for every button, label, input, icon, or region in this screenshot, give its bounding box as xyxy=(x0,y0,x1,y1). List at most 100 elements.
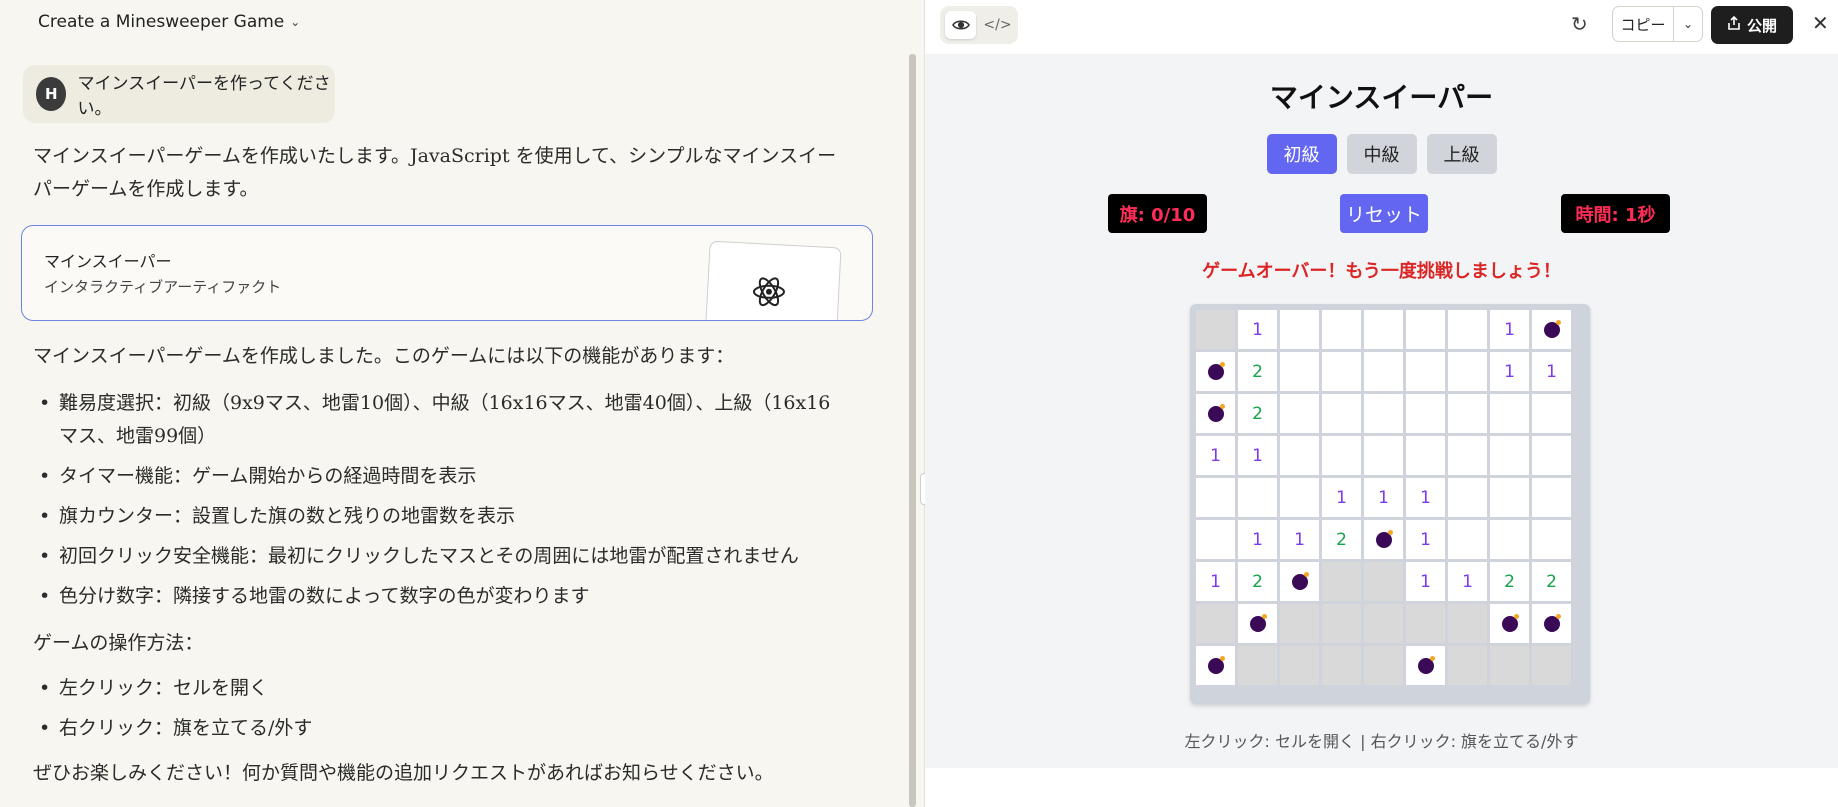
cell-empty[interactable] xyxy=(1280,436,1319,475)
cell-number[interactable]: 1 xyxy=(1196,436,1235,475)
cell-empty[interactable] xyxy=(1196,520,1235,559)
cell-empty[interactable] xyxy=(1448,394,1487,433)
cell-number[interactable]: 2 xyxy=(1238,352,1277,391)
code-icon[interactable]: </> xyxy=(982,11,1013,39)
cell-hidden[interactable] xyxy=(1280,646,1319,685)
cell-number[interactable]: 1 xyxy=(1448,562,1487,601)
cell-empty[interactable] xyxy=(1406,352,1445,391)
cell-hidden[interactable] xyxy=(1364,562,1403,601)
refresh-icon[interactable]: ↻ xyxy=(1571,12,1588,36)
cell-mine[interactable] xyxy=(1238,604,1277,643)
cell-number[interactable]: 2 xyxy=(1238,394,1277,433)
chat-title-menu[interactable]: Create a Minesweeper Game ⌄ xyxy=(38,12,300,32)
cell-hidden[interactable] xyxy=(1196,310,1235,349)
cell-empty[interactable] xyxy=(1490,394,1529,433)
cell-number[interactable]: 1 xyxy=(1532,352,1571,391)
cell-empty[interactable] xyxy=(1448,478,1487,517)
cell-empty[interactable] xyxy=(1280,310,1319,349)
cell-hidden[interactable] xyxy=(1406,604,1445,643)
cell-hidden[interactable] xyxy=(1364,646,1403,685)
cell-number[interactable]: 1 xyxy=(1364,478,1403,517)
cell-hidden[interactable] xyxy=(1238,646,1277,685)
cell-number[interactable]: 2 xyxy=(1532,562,1571,601)
cell-number[interactable]: 2 xyxy=(1490,562,1529,601)
cell-mine[interactable] xyxy=(1196,352,1235,391)
cell-number[interactable]: 1 xyxy=(1490,310,1529,349)
cell-empty[interactable] xyxy=(1448,520,1487,559)
difficulty-intermediate-button[interactable]: 中級 xyxy=(1346,134,1417,174)
cell-empty[interactable] xyxy=(1490,436,1529,475)
cell-empty[interactable] xyxy=(1238,478,1277,517)
cell-mine[interactable] xyxy=(1532,310,1571,349)
cell-number[interactable]: 1 xyxy=(1238,520,1277,559)
cell-empty[interactable] xyxy=(1364,436,1403,475)
atom-icon xyxy=(752,275,786,317)
cell-empty[interactable] xyxy=(1322,352,1361,391)
cell-empty[interactable] xyxy=(1532,394,1571,433)
user-message-text: マインスイーパーを作ってください。 xyxy=(77,74,331,119)
cell-empty[interactable] xyxy=(1490,478,1529,517)
cell-number[interactable]: 1 xyxy=(1406,520,1445,559)
chat-scrollbar[interactable] xyxy=(909,54,916,807)
cell-empty[interactable] xyxy=(1280,394,1319,433)
eye-icon[interactable] xyxy=(945,11,976,39)
copy-button[interactable]: コピー xyxy=(1613,7,1674,41)
cell-empty[interactable] xyxy=(1448,310,1487,349)
cell-number[interactable]: 1 xyxy=(1280,520,1319,559)
cell-empty[interactable] xyxy=(1490,520,1529,559)
cell-hidden[interactable] xyxy=(1448,604,1487,643)
cell-empty[interactable] xyxy=(1448,352,1487,391)
cell-empty[interactable] xyxy=(1322,394,1361,433)
publish-button[interactable]: 公開 xyxy=(1711,6,1793,44)
cell-mine[interactable] xyxy=(1532,604,1571,643)
ops-heading: ゲームの操作方法： xyxy=(33,632,204,654)
cell-hidden[interactable] xyxy=(1364,604,1403,643)
cell-empty[interactable] xyxy=(1364,352,1403,391)
cell-mine[interactable] xyxy=(1406,646,1445,685)
cell-empty[interactable] xyxy=(1406,310,1445,349)
cell-mine[interactable] xyxy=(1196,646,1235,685)
cell-empty[interactable] xyxy=(1448,436,1487,475)
cell-hidden[interactable] xyxy=(1322,604,1361,643)
reset-button[interactable]: リセット xyxy=(1340,194,1428,233)
cell-empty[interactable] xyxy=(1364,310,1403,349)
bomb-icon xyxy=(1291,571,1309,590)
artifact-card[interactable]: マインスイーパー インタラクティブアーティファクト xyxy=(21,225,873,321)
cell-number[interactable]: 1 xyxy=(1238,310,1277,349)
cell-hidden[interactable] xyxy=(1532,646,1571,685)
cell-empty[interactable] xyxy=(1406,436,1445,475)
cell-empty[interactable] xyxy=(1532,478,1571,517)
cell-number[interactable]: 1 xyxy=(1490,352,1529,391)
cell-mine[interactable] xyxy=(1364,520,1403,559)
cell-number[interactable]: 1 xyxy=(1238,436,1277,475)
cell-empty[interactable] xyxy=(1532,436,1571,475)
cell-mine[interactable] xyxy=(1280,562,1319,601)
cell-hidden[interactable] xyxy=(1322,562,1361,601)
cell-hidden[interactable] xyxy=(1280,604,1319,643)
cell-mine[interactable] xyxy=(1196,394,1235,433)
cell-number[interactable]: 1 xyxy=(1322,478,1361,517)
cell-number[interactable]: 1 xyxy=(1406,562,1445,601)
cell-hidden[interactable] xyxy=(1196,604,1235,643)
cell-hidden[interactable] xyxy=(1490,646,1529,685)
cell-hidden[interactable] xyxy=(1448,646,1487,685)
cell-empty[interactable] xyxy=(1196,478,1235,517)
chevron-down-icon[interactable]: ⌄ xyxy=(1674,7,1702,41)
cell-empty[interactable] xyxy=(1322,310,1361,349)
cell-empty[interactable] xyxy=(1280,352,1319,391)
cell-number[interactable]: 1 xyxy=(1406,478,1445,517)
cell-empty[interactable] xyxy=(1406,394,1445,433)
cell-empty[interactable] xyxy=(1280,478,1319,517)
cell-number[interactable]: 2 xyxy=(1322,520,1361,559)
list-item: 左クリック：セルを開く xyxy=(33,672,848,705)
cell-empty[interactable] xyxy=(1364,394,1403,433)
close-icon[interactable]: ✕ xyxy=(1812,11,1829,35)
cell-empty[interactable] xyxy=(1532,520,1571,559)
cell-number[interactable]: 2 xyxy=(1238,562,1277,601)
cell-number[interactable]: 1 xyxy=(1196,562,1235,601)
cell-mine[interactable] xyxy=(1490,604,1529,643)
cell-empty[interactable] xyxy=(1322,436,1361,475)
difficulty-beginner-button[interactable]: 初級 xyxy=(1266,134,1337,174)
difficulty-expert-button[interactable]: 上級 xyxy=(1426,134,1497,174)
cell-hidden[interactable] xyxy=(1322,646,1361,685)
